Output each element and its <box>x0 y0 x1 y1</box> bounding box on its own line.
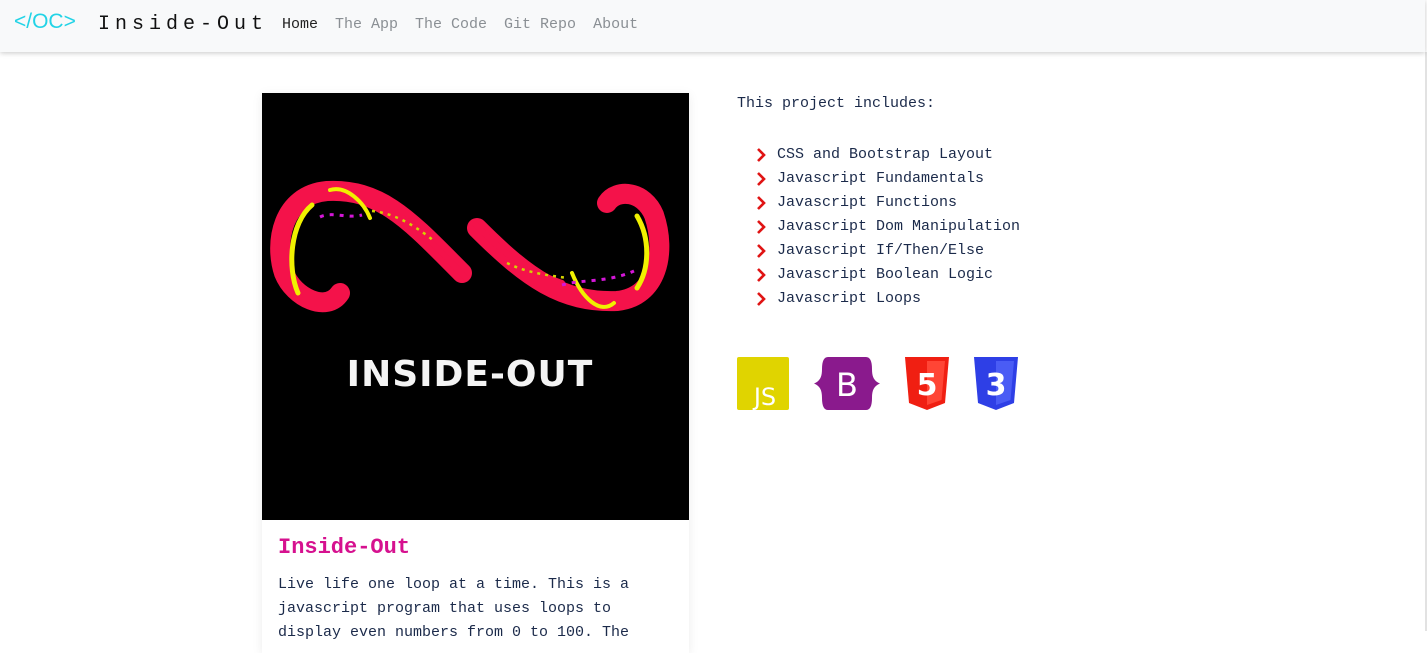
feature-label: CSS and Bootstrap Layout <box>777 146 994 163</box>
chevron-right-icon <box>757 292 766 306</box>
nav-link-the-code[interactable]: The Code <box>415 16 487 33</box>
chevron-right-icon <box>757 220 766 234</box>
feature-label: Javascript Dom Manipulation <box>777 218 1021 235</box>
css3-icon: 3 <box>974 357 1018 410</box>
feature-item: Javascript Fundamentals <box>756 167 1020 191</box>
javascript-icon: JS <box>737 357 789 410</box>
chevron-right-icon <box>757 172 766 186</box>
feature-list: CSS and Bootstrap Layout Javascript Fund… <box>756 143 1020 311</box>
card-title: Inside-Out <box>278 535 411 560</box>
project-card: INSIDE-OUT Inside-Out Live life one loop… <box>262 93 689 653</box>
feature-label: Javascript Functions <box>777 194 958 211</box>
css3-icon-label: 3 <box>986 368 1007 403</box>
bootstrap-icon: B <box>814 357 880 410</box>
nav-link-about[interactable]: About <box>593 16 638 33</box>
chevron-right-icon <box>757 148 766 162</box>
feature-label: Javascript If/Then/Else <box>777 242 985 259</box>
bootstrap-icon-label: B <box>836 366 858 404</box>
project-logo-image: INSIDE-OUT <box>262 93 689 520</box>
feature-label: Javascript Loops <box>777 290 922 307</box>
feature-item: Javascript Functions <box>756 191 1020 215</box>
brand-name[interactable]: Inside-Out <box>98 13 268 36</box>
html5-icon: 5 <box>905 357 949 410</box>
chevron-right-icon <box>757 196 766 210</box>
feature-item: Javascript Loops <box>756 287 1020 311</box>
nav-links: Home The App The Code Git Repo About <box>282 16 655 33</box>
html5-icon-label: 5 <box>917 368 938 403</box>
feature-item: CSS and Bootstrap Layout <box>756 143 1020 167</box>
chevron-right-icon <box>757 268 766 282</box>
project-intro: This project includes: <box>737 95 936 112</box>
feature-item: Javascript Boolean Logic <box>756 263 1020 287</box>
chevron-right-icon <box>757 244 766 258</box>
nav-link-the-app[interactable]: The App <box>335 16 398 33</box>
feature-label: Javascript Boolean Logic <box>777 266 994 283</box>
brand-logo[interactable]: </OC> <box>14 10 76 34</box>
feature-item: Javascript If/Then/Else <box>756 239 1020 263</box>
feature-item: Javascript Dom Manipulation <box>756 215 1020 239</box>
nav-link-home[interactable]: Home <box>282 16 318 33</box>
nav-link-git-repo[interactable]: Git Repo <box>504 16 576 33</box>
project-logo-text: INSIDE-OUT <box>347 354 594 395</box>
navbar: </OC> Inside-Out Home The App The Code G… <box>0 0 1425 52</box>
card-description: Live life one loop at a time. This is a … <box>278 576 630 641</box>
feature-label: Javascript Fundamentals <box>777 170 985 187</box>
javascript-icon-label: JS <box>752 383 776 410</box>
